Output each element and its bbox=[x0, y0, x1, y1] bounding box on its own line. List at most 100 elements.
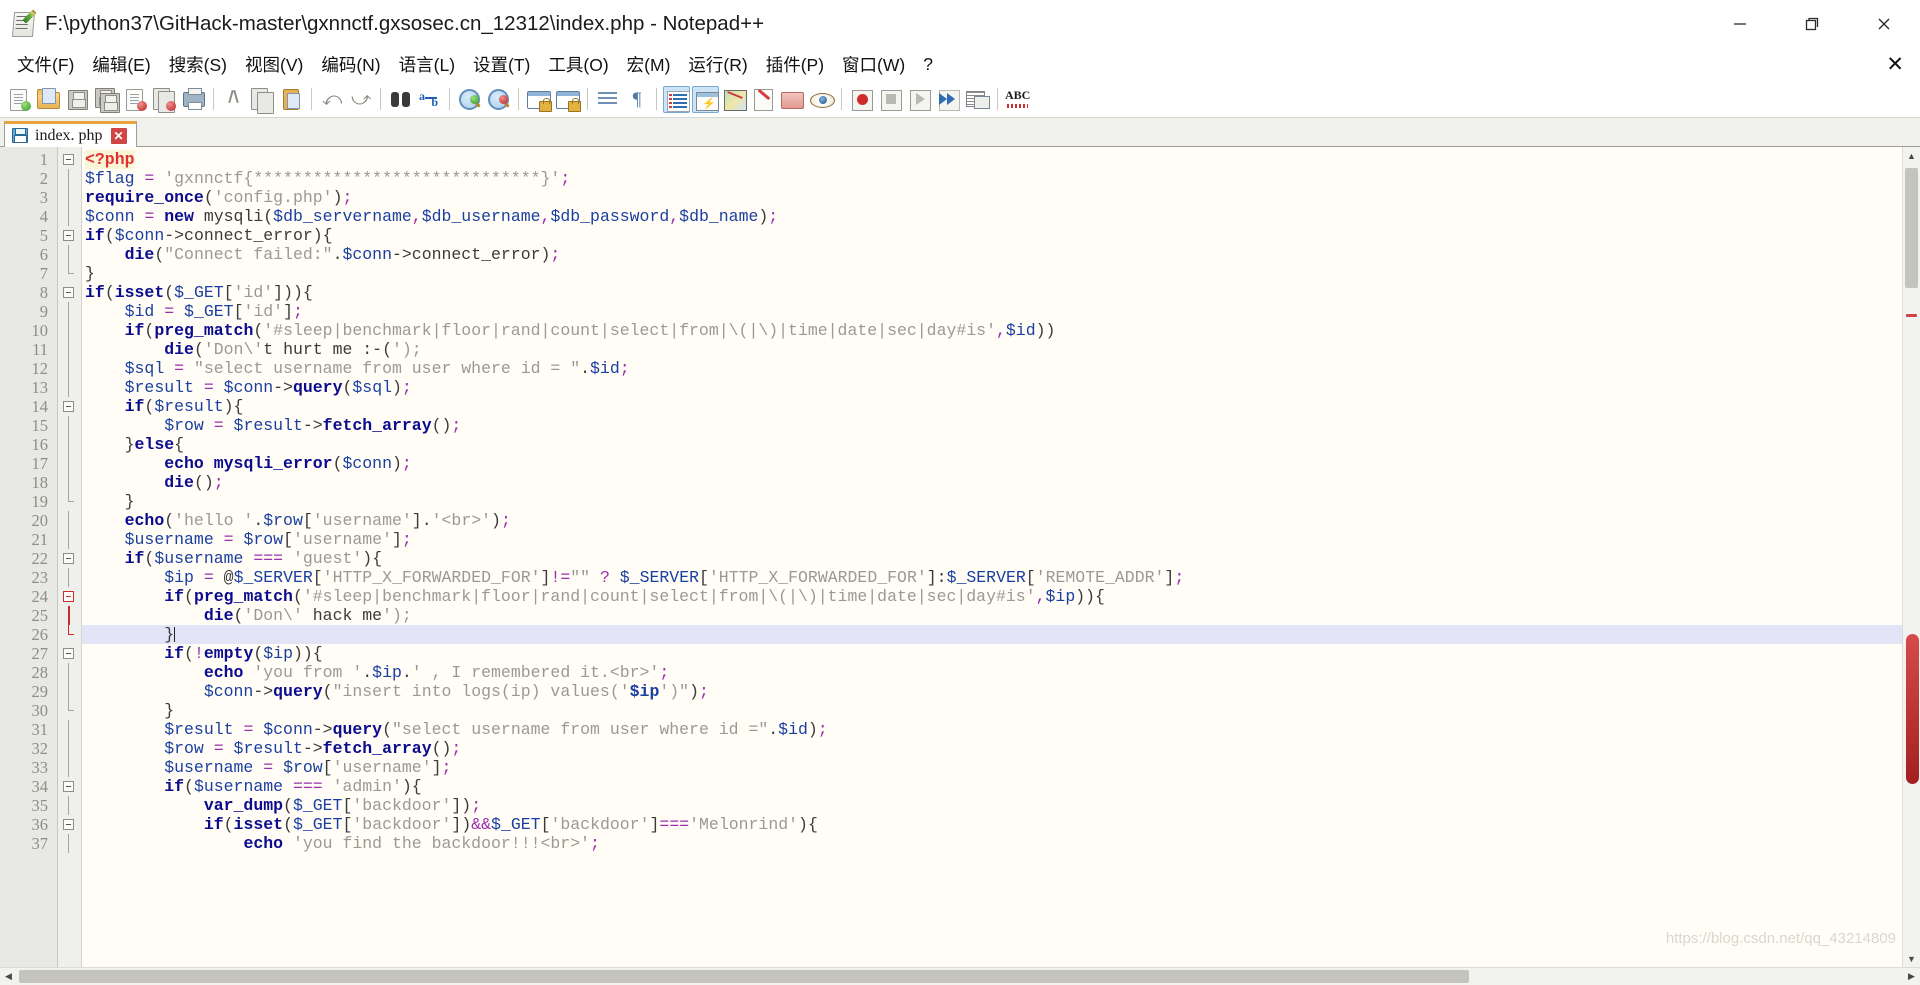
fold-marker[interactable] bbox=[58, 663, 81, 682]
fold-marker[interactable] bbox=[58, 587, 81, 606]
run-macro-multiple-icon[interactable] bbox=[935, 86, 962, 113]
minimize-button[interactable] bbox=[1704, 0, 1776, 47]
open-file-icon[interactable] bbox=[35, 86, 62, 113]
save-macro-icon[interactable] bbox=[964, 86, 991, 113]
code-line[interactable]: $row = $result->fetch_array(); bbox=[82, 416, 1902, 435]
fold-marker[interactable] bbox=[58, 834, 81, 853]
code-line[interactable]: die('Don\'t hurt me :-('); bbox=[82, 340, 1902, 359]
menu-file[interactable]: 文件(F) bbox=[8, 50, 83, 80]
fold-marker[interactable] bbox=[58, 416, 81, 435]
horizontal-scrollbar[interactable]: ◀ ▶ bbox=[0, 967, 1920, 985]
fold-marker[interactable] bbox=[58, 359, 81, 378]
stop-record-icon[interactable] bbox=[877, 86, 904, 113]
code-line[interactable]: die('Don\' hack me'); bbox=[82, 606, 1902, 625]
scroll-right-button[interactable]: ▶ bbox=[1903, 968, 1920, 985]
scroll-left-button[interactable]: ◀ bbox=[0, 968, 17, 985]
code-line[interactable]: echo('hello '.$row['username'].'<br>'); bbox=[82, 511, 1902, 530]
code-line[interactable]: $row = $result->fetch_array(); bbox=[82, 739, 1902, 758]
folder-as-workspace-icon[interactable] bbox=[779, 86, 806, 113]
menu-view[interactable]: 视图(V) bbox=[236, 50, 312, 80]
fold-marker[interactable] bbox=[58, 530, 81, 549]
fold-marker[interactable] bbox=[58, 568, 81, 587]
code-line[interactable]: require_once('config.php'); bbox=[82, 188, 1902, 207]
fold-marker[interactable] bbox=[58, 606, 81, 625]
menu-tools[interactable]: 工具(O) bbox=[539, 50, 617, 80]
close-file-icon[interactable] bbox=[122, 86, 149, 113]
fold-marker[interactable] bbox=[58, 815, 81, 834]
fold-marker[interactable] bbox=[58, 454, 81, 473]
menu-run[interactable]: 运行(R) bbox=[679, 50, 756, 80]
find-icon[interactable] bbox=[387, 86, 414, 113]
menu-help[interactable]: ? bbox=[914, 52, 942, 78]
fold-marker[interactable] bbox=[58, 625, 81, 644]
code-line[interactable]: echo mysqli_error($conn); bbox=[82, 454, 1902, 473]
menu-macro[interactable]: 宏(M) bbox=[618, 50, 680, 80]
code-line[interactable]: }else{ bbox=[82, 435, 1902, 454]
monitoring-icon[interactable] bbox=[808, 86, 835, 113]
fold-marker[interactable] bbox=[58, 340, 81, 359]
code-line[interactable]: $sql = "select username from user where … bbox=[82, 359, 1902, 378]
replace-icon[interactable]: ab bbox=[416, 86, 443, 113]
fold-marker[interactable] bbox=[58, 283, 81, 302]
fold-marker[interactable] bbox=[58, 435, 81, 454]
sync-horizontal-scroll-icon[interactable] bbox=[554, 86, 581, 113]
user-defined-language-icon[interactable]: ⚡ bbox=[692, 85, 719, 113]
code-line[interactable]: if(!empty($ip)){ bbox=[82, 644, 1902, 663]
sync-vertical-scroll-icon[interactable] bbox=[525, 86, 552, 113]
code-line[interactable]: if(isset($_GET['id'])){ bbox=[82, 283, 1902, 302]
code-line[interactable]: var_dump($_GET['backdoor']); bbox=[82, 796, 1902, 815]
fold-marker[interactable] bbox=[58, 758, 81, 777]
fold-marker[interactable] bbox=[58, 264, 81, 283]
code-line[interactable]: $ip = @$_SERVER['HTTP_X_FORWARDED_FOR']!… bbox=[82, 568, 1902, 587]
indent-guide-icon[interactable] bbox=[663, 85, 690, 113]
play-macro-icon[interactable] bbox=[906, 86, 933, 113]
scroll-down-button[interactable]: ▼ bbox=[1903, 950, 1920, 967]
fold-marker[interactable] bbox=[58, 777, 81, 796]
code-line[interactable]: $conn->query("insert into logs(ip) value… bbox=[82, 682, 1902, 701]
code-line[interactable]: $username = $row['username']; bbox=[82, 758, 1902, 777]
copy-icon[interactable] bbox=[249, 86, 276, 114]
document-map-icon[interactable] bbox=[721, 86, 748, 113]
horizontal-scroll-track[interactable] bbox=[17, 968, 1903, 985]
fold-marker[interactable] bbox=[58, 302, 81, 321]
paste-icon[interactable] bbox=[278, 86, 305, 113]
code-line[interactable]: $id = $_GET['id']; bbox=[82, 302, 1902, 321]
code-line[interactable]: if($username === 'admin'){ bbox=[82, 777, 1902, 796]
word-wrap-icon[interactable] bbox=[594, 86, 621, 113]
close-button[interactable] bbox=[1848, 0, 1920, 47]
code-line[interactable]: } bbox=[82, 625, 1902, 644]
close-document-button[interactable]: ✕ bbox=[1886, 52, 1904, 77]
cut-icon[interactable] bbox=[220, 86, 247, 113]
fold-marker[interactable] bbox=[58, 473, 81, 492]
fold-marker[interactable] bbox=[58, 682, 81, 701]
tab-close-icon[interactable]: ✕ bbox=[110, 127, 127, 144]
print-icon[interactable] bbox=[180, 86, 207, 113]
menu-edit[interactable]: 编辑(E) bbox=[83, 50, 159, 80]
fold-marker[interactable] bbox=[58, 188, 81, 207]
close-all-files-icon[interactable] bbox=[151, 86, 178, 113]
code-line[interactable]: echo 'you find the backdoor!!!<br>'; bbox=[82, 834, 1902, 853]
code-line[interactable]: if(preg_match('#sleep|benchmark|floor|ra… bbox=[82, 321, 1902, 340]
fold-marker[interactable] bbox=[58, 511, 81, 530]
scroll-up-button[interactable]: ▲ bbox=[1903, 147, 1920, 164]
save-all-icon[interactable] bbox=[93, 86, 120, 113]
horizontal-scroll-thumb[interactable] bbox=[19, 970, 1469, 983]
code-line[interactable]: if($username === 'guest'){ bbox=[82, 549, 1902, 568]
code-line[interactable]: die(); bbox=[82, 473, 1902, 492]
menu-search[interactable]: 搜索(S) bbox=[160, 50, 236, 80]
code-line[interactable]: $result = $conn->query("select username … bbox=[82, 720, 1902, 739]
code-line[interactable]: $flag = 'gxnnctf{***********************… bbox=[82, 169, 1902, 188]
fold-marker[interactable] bbox=[58, 739, 81, 758]
tab-index-php[interactable]: index. php ✕ bbox=[4, 121, 137, 147]
menu-encoding[interactable]: 编码(N) bbox=[312, 50, 389, 80]
fold-marker[interactable] bbox=[58, 321, 81, 340]
code-text-area[interactable]: <?php $flag = 'gxnnctf{******************… bbox=[82, 147, 1902, 967]
fold-marker[interactable] bbox=[58, 150, 81, 169]
menu-plugins[interactable]: 插件(P) bbox=[757, 50, 833, 80]
code-line[interactable]: $result = $conn->query($sql); bbox=[82, 378, 1902, 397]
redo-icon[interactable]: ⤻ bbox=[347, 86, 374, 113]
code-line[interactable]: } bbox=[82, 701, 1902, 720]
fold-marker[interactable] bbox=[58, 226, 81, 245]
code-line[interactable]: } bbox=[82, 264, 1902, 283]
code-line[interactable]: echo 'you from '.$ip.' , I remembered it… bbox=[82, 663, 1902, 682]
